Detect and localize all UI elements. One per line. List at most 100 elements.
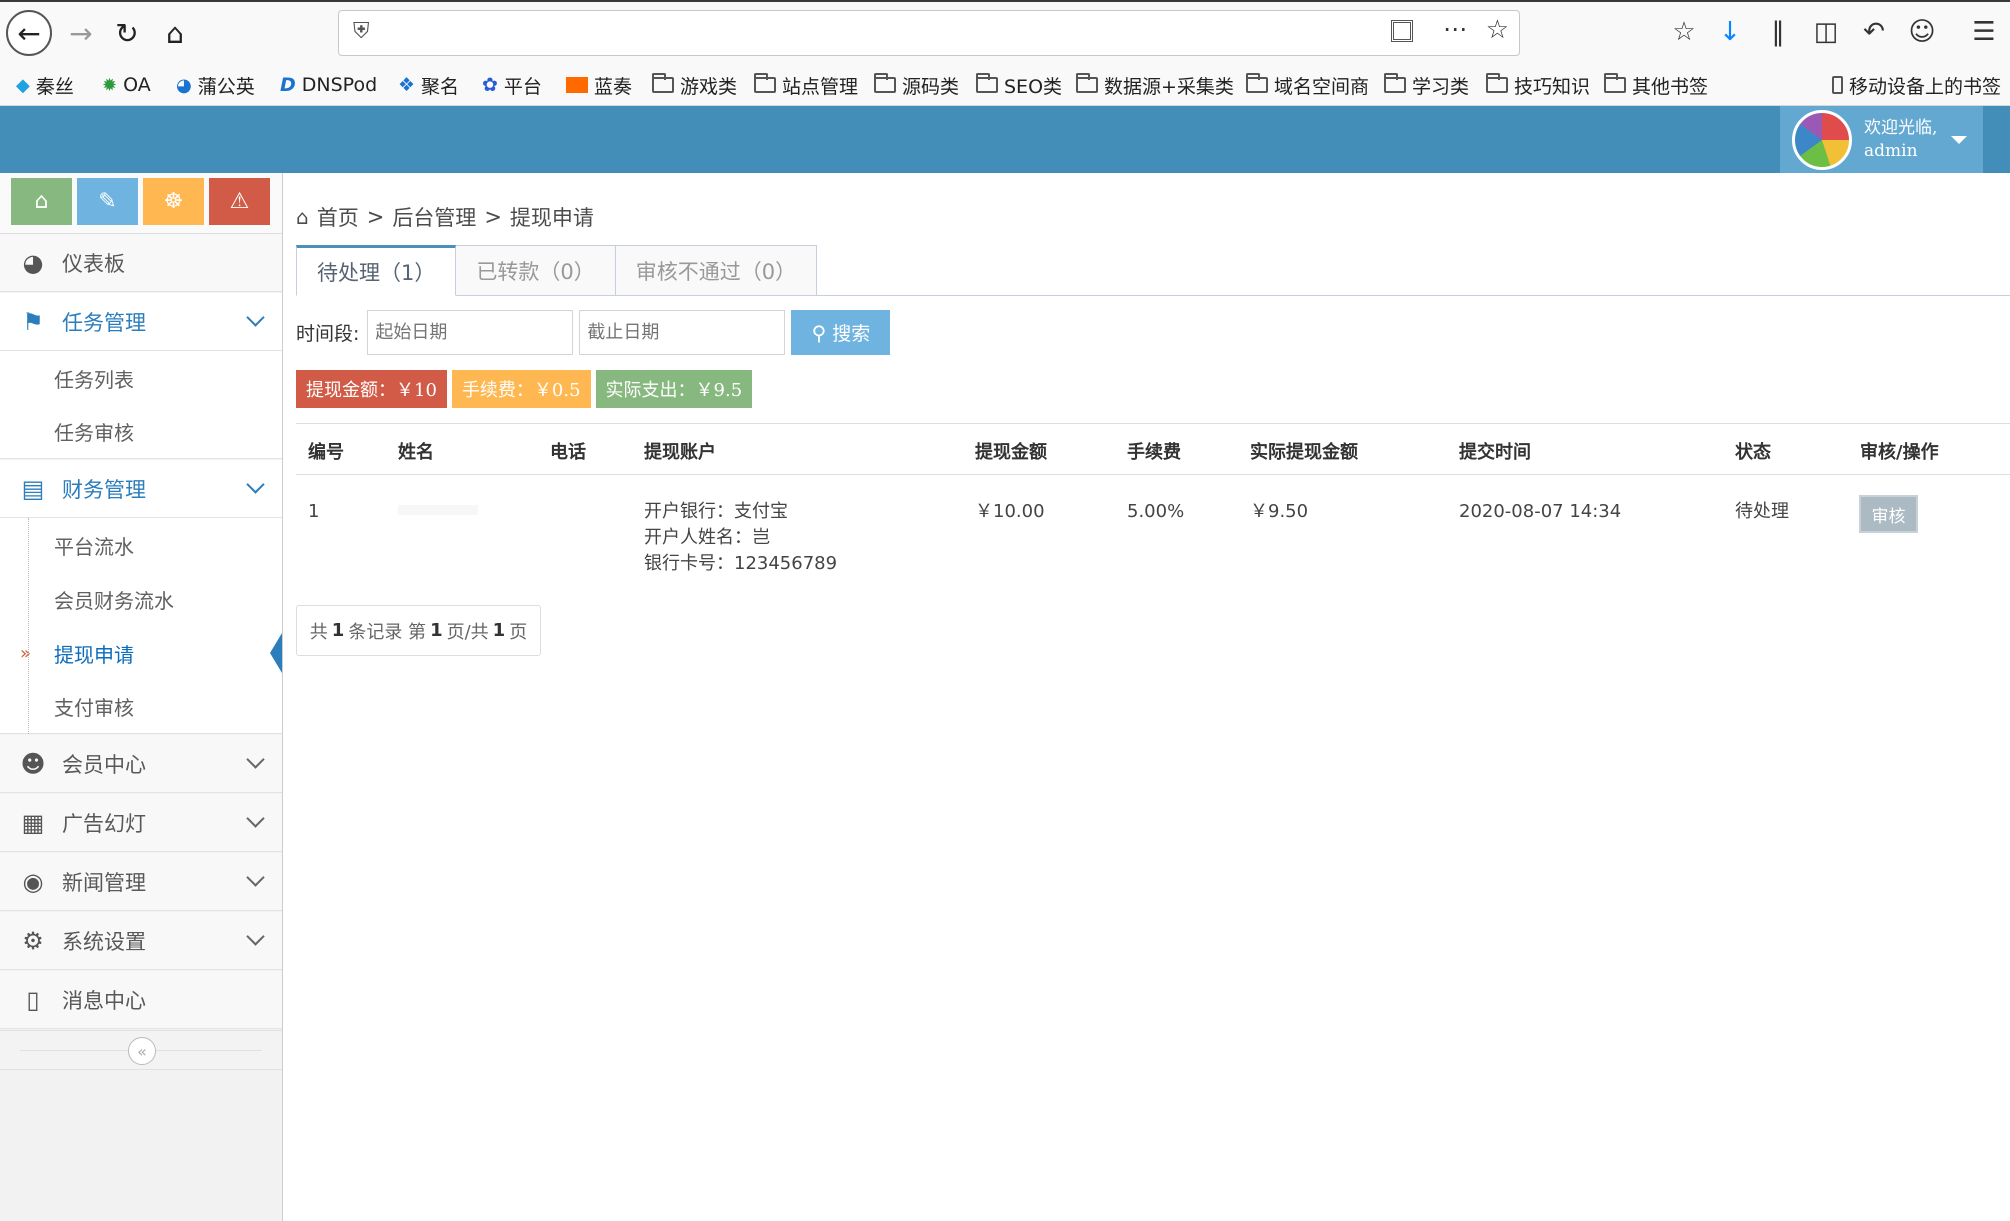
folder-icon [652,73,674,93]
caret-down-icon [1951,135,1968,144]
folder-icon [1604,73,1626,93]
download-icon[interactable]: ↓ [1710,12,1750,52]
bell-shortcut-icon[interactable]: ⚠ [209,178,270,225]
audit-button[interactable]: 审核 [1859,495,1918,533]
bookmark-folder[interactable]: SEO类 [976,70,1062,100]
cell-name [398,505,478,515]
menu-news[interactable]: ◉ 新闻管理 [0,853,282,911]
submenu-member-flow[interactable]: 会员财务流水 [0,572,282,626]
bookmark-favicon-icon: ✿ [482,74,498,96]
account-holder: 开户人姓名：岂 [644,527,770,548]
forward-arrow-icon[interactable]: → [58,10,104,56]
cell-fee: 5.00% [1127,501,1185,522]
bookmark-folder[interactable]: 学习类 [1384,70,1469,100]
submenu-task-review[interactable]: 任务审核 [0,405,282,459]
menu-task[interactable]: ⚑ 任务管理 [0,293,282,351]
search-button[interactable]: ⚲ 搜索 [791,310,891,355]
chevron-down-icon [246,868,265,887]
bookmark-item[interactable]: D DNSPod [280,70,377,100]
summary-labels: 提现金额：￥10 手续费：￥0.5 实际支出：￥9.5 [296,370,753,408]
bookmark-folder[interactable]: 数据源+采集类 [1076,70,1234,100]
tab-pending[interactable]: 待处理（1） [296,245,457,296]
col-time: 提交时间 [1459,442,1531,463]
tab-transferred[interactable]: 已转款（0） [455,245,616,296]
menu-dashboard[interactable]: ◕ 仪表板 [0,234,282,292]
folder-icon [976,73,998,93]
menu-member[interactable]: ☻ 会员中心 [0,735,282,793]
folder-icon [754,73,776,93]
menu-messages[interactable]: ▯ 消息中心 [0,971,282,1029]
bookmarks-bar: ◆ 秦丝 ✹ OA ◕ 蒲公英 D DNSPod ❖ 聚名 ✿ 平台 蓝奏 游戏类 站点管理… [0,64,2010,106]
bookmark-folder[interactable]: 站点管理 [754,70,858,100]
fee-badge: 手续费：￥0.5 [451,370,591,408]
col-phone: 电话 [550,442,586,463]
start-date-input[interactable] [367,310,574,355]
home-shortcut-icon[interactable]: ⌂ [11,178,72,225]
bookmark-favicon-icon: D [280,74,296,96]
sidebar: ⌂ ✎ ☸ ⚠ ◕ 仪表板 ⚑ 任务管理 任务列表 任务审核 ▤ 财务管理 平台… [0,173,283,1221]
bookmark-item[interactable]: ✿ 平台 [482,70,542,100]
col-fee: 手续费 [1127,442,1181,463]
breadcrumb-admin[interactable]: 后台管理 [392,202,476,232]
time-range-label: 时间段: [296,323,360,345]
chevron-down-icon [246,475,265,494]
library-icon[interactable]: ‖ [1758,12,1798,52]
undo-icon[interactable]: ↶ [1854,12,1894,52]
browser-toolbar: ← → ↻ ⌂ ⛨ ⋯ ☆ ☆ ↓ ‖ ◫ ↶ ☺ ☰ [0,0,2010,64]
shortcut-buttons: ⌂ ✎ ☸ ⚠ [0,173,282,234]
bookmark-item[interactable]: ◕ 蒲公英 [176,70,255,100]
bookmark-folder[interactable]: 源码类 [874,70,959,100]
folder-icon [1246,73,1268,93]
user-menu[interactable]: 欢迎光临, admin [1780,106,1983,173]
active-pointer [270,633,282,673]
qr-code-icon[interactable] [1391,20,1413,42]
picture-icon: ▦ [21,808,45,837]
username: admin [1864,140,1918,161]
mobile-bookmarks[interactable]: 移动设备上的书签 [1832,70,2001,100]
submenu-pay-review[interactable]: 支付审核 [0,680,282,734]
pencil-shortcut-icon[interactable]: ✎ [77,178,138,225]
actual-payout-badge: 实际支出：￥9.5 [595,370,753,408]
star-icon[interactable]: ☆ [1486,15,1509,45]
submenu-platform-flow[interactable]: 平台流水 [0,518,282,572]
pocket-icon[interactable]: ☆ [1664,12,1704,52]
bookmark-item[interactable]: ❖ 聚名 [398,70,459,100]
menu-settings[interactable]: ⚙ 系统设置 [0,912,282,970]
chevron-down-icon [246,927,265,946]
chevron-down-icon [246,750,265,769]
account-icon[interactable]: ☺ [1902,12,1942,52]
end-date-input[interactable] [579,310,786,355]
bookmark-folder[interactable]: 域名空间商 [1246,70,1369,100]
col-id: 编号 [308,442,344,463]
sidebar-toggle-icon[interactable]: ◫ [1806,12,1846,52]
submenu-task-list[interactable]: 任务列表 [0,351,282,405]
home-icon[interactable]: ⌂ [152,10,198,56]
folder-icon [1076,73,1098,93]
bookmark-folder[interactable]: 技巧知识 [1486,70,1590,100]
bookmark-folder[interactable]: 游戏类 [652,70,737,100]
users-shortcut-icon[interactable]: ☸ [143,178,204,225]
tab-rejected[interactable]: 审核不通过（0） [614,245,818,296]
chevron-down-icon [246,809,265,828]
menu-finance[interactable]: ▤ 财务管理 [0,460,282,518]
mobile-icon [1832,76,1843,94]
account-card: 银行卡号：123456789 [644,553,838,574]
cell-time: 2020-08-07 14:34 [1459,501,1622,522]
total-records: 1 [331,620,345,641]
more-icon[interactable]: ⋯ [1443,15,1467,43]
back-arrow-icon[interactable]: ← [6,10,52,56]
breadcrumb-home[interactable]: 首页 [317,202,359,232]
bookmark-item[interactable]: 蓝奏 [566,70,632,100]
menu-ads[interactable]: ▦ 广告幻灯 [0,794,282,852]
withdraw-table: 编号 姓名 电话 提现账户 提现金额 手续费 实际提现金额 提交时间 状态 审核… [296,423,2010,585]
reload-icon[interactable]: ↻ [104,10,150,56]
bookmark-item[interactable]: ◆ 秦丝 [16,70,74,100]
bookmark-item[interactable]: ✹ OA [102,70,151,100]
address-bar[interactable]: ⛨ ⋯ ☆ [338,10,1520,56]
bookmark-folder[interactable]: 其他书签 [1604,70,1708,100]
bookmark-favicon-icon: ◆ [16,74,30,96]
double-angle-left-icon[interactable]: « [128,1037,156,1065]
search-icon: ⚲ [811,320,827,345]
submenu-withdraw[interactable]: » 提现申请 [0,626,282,680]
menu-icon[interactable]: ☰ [1964,12,2004,52]
